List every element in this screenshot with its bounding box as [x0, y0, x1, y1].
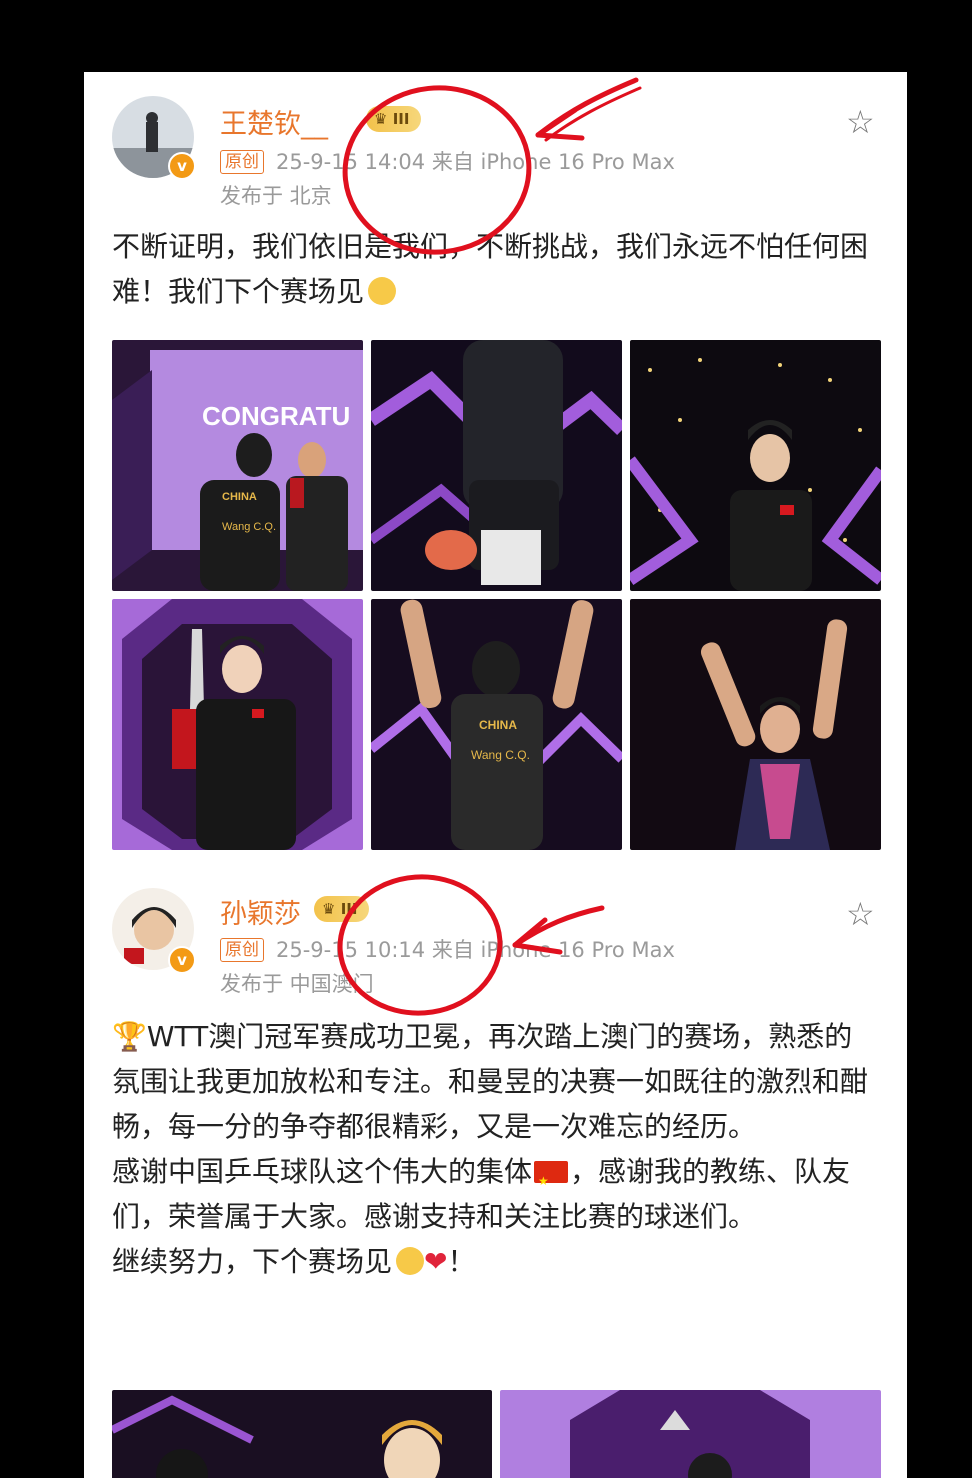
- favorite-star-icon[interactable]: ☆: [846, 898, 875, 930]
- photo-player-holding-trophy[interactable]: [112, 599, 363, 850]
- verified-icon: v: [168, 152, 196, 180]
- post-content: 不断证明，我们依旧是我们，不断挑战，我们永远不怕任何困难！我们下个赛场见: [112, 224, 872, 314]
- username[interactable]: 王楚钦__: [220, 102, 328, 141]
- photo-teammates[interactable]: [112, 1390, 492, 1478]
- photo-trophy-stage[interactable]: [500, 1390, 881, 1478]
- weibo-feed: v 王楚钦__ ♛ III 原创 25-9-15 14:04 来自 iPhone …: [84, 72, 907, 1478]
- original-tag: 原创: [220, 150, 264, 174]
- photo-player-back-paddle[interactable]: [371, 340, 622, 591]
- photo-player-arms-raised[interactable]: CHINA Wang C.Q.: [371, 599, 622, 850]
- badge-level: III: [340, 900, 358, 918]
- photo-text: CONGRATU: [202, 401, 350, 431]
- post-text: 不断证明，我们依旧是我们，不断挑战，我们永远不怕任何困难！我们下个赛场见: [112, 230, 869, 308]
- vip-badge: ♛ III: [366, 106, 422, 132]
- post-content: 🏆WTT澳门冠军赛成功卫冕，再次踏上澳门的赛场，熟悉的氛围让我更加放松和专注。和…: [112, 1014, 872, 1284]
- heart-icon: ❤: [424, 1245, 448, 1278]
- photo-congrats-handshake[interactable]: CONGRATU CHINA Wang C.Q.: [112, 340, 363, 591]
- jersey-text: CHINA: [479, 718, 517, 732]
- post-location: 发布于 中国澳门: [220, 972, 374, 996]
- jersey-name: Wang C.Q.: [471, 748, 530, 762]
- photo-player-podium-tracksuit[interactable]: [630, 340, 881, 591]
- post-wangchuqin: v 王楚钦__ ♛ III 原创 25-9-15 14:04 来自 iPhone …: [84, 72, 907, 862]
- crown-icon: ♛: [322, 900, 336, 918]
- post-location: 发布于 北京: [220, 184, 332, 208]
- jersey-text: CHINA: [222, 491, 257, 503]
- username[interactable]: 孙颖莎: [220, 892, 301, 931]
- post-text-end: ！: [447, 1245, 476, 1278]
- datetime-source: 25-9-15 10:14 来自 iPhone 16 Pro Max: [276, 938, 675, 962]
- face-emoji-icon: [368, 277, 397, 305]
- favorite-star-icon[interactable]: ☆: [846, 106, 875, 138]
- post-text-paragraph-3: 继续努力，下个赛场见: [112, 1245, 393, 1278]
- vip-badge: ♛ III: [314, 896, 370, 922]
- datetime-source: 25-9-15 14:04 来自 iPhone 16 Pro Max: [276, 150, 675, 174]
- china-flag-icon: [534, 1159, 569, 1204]
- original-tag: 原创: [220, 938, 264, 962]
- crown-icon: ♛: [374, 110, 388, 128]
- trophy-icon: 🏆: [112, 1020, 147, 1053]
- post-sunyingsha: v 孙颖莎 ♛ III 原创 25-9-15 10:14 来自 iPhone 16…: [84, 862, 907, 1478]
- post-meta: 原创 25-9-15 14:04 来自 iPhone 16 Pro Max: [220, 146, 675, 176]
- post-text-paragraph-1: WTT澳门冠军赛成功卫冕，再次踏上澳门的赛场，熟悉的氛围让我更加放松和专注。和曼…: [112, 1020, 869, 1143]
- verified-icon: v: [168, 946, 196, 974]
- post-meta: 原创 25-9-15 10:14 来自 iPhone 16 Pro Max: [220, 934, 675, 964]
- photo-player-thumbs-up[interactable]: [630, 599, 881, 850]
- face-emoji-icon: [396, 1247, 425, 1275]
- badge-level: III: [392, 110, 410, 128]
- post-text-paragraph-2: 感谢中国乒乓球队这个伟大的集体: [112, 1155, 533, 1188]
- jersey-name: Wang C.Q.: [222, 521, 276, 533]
